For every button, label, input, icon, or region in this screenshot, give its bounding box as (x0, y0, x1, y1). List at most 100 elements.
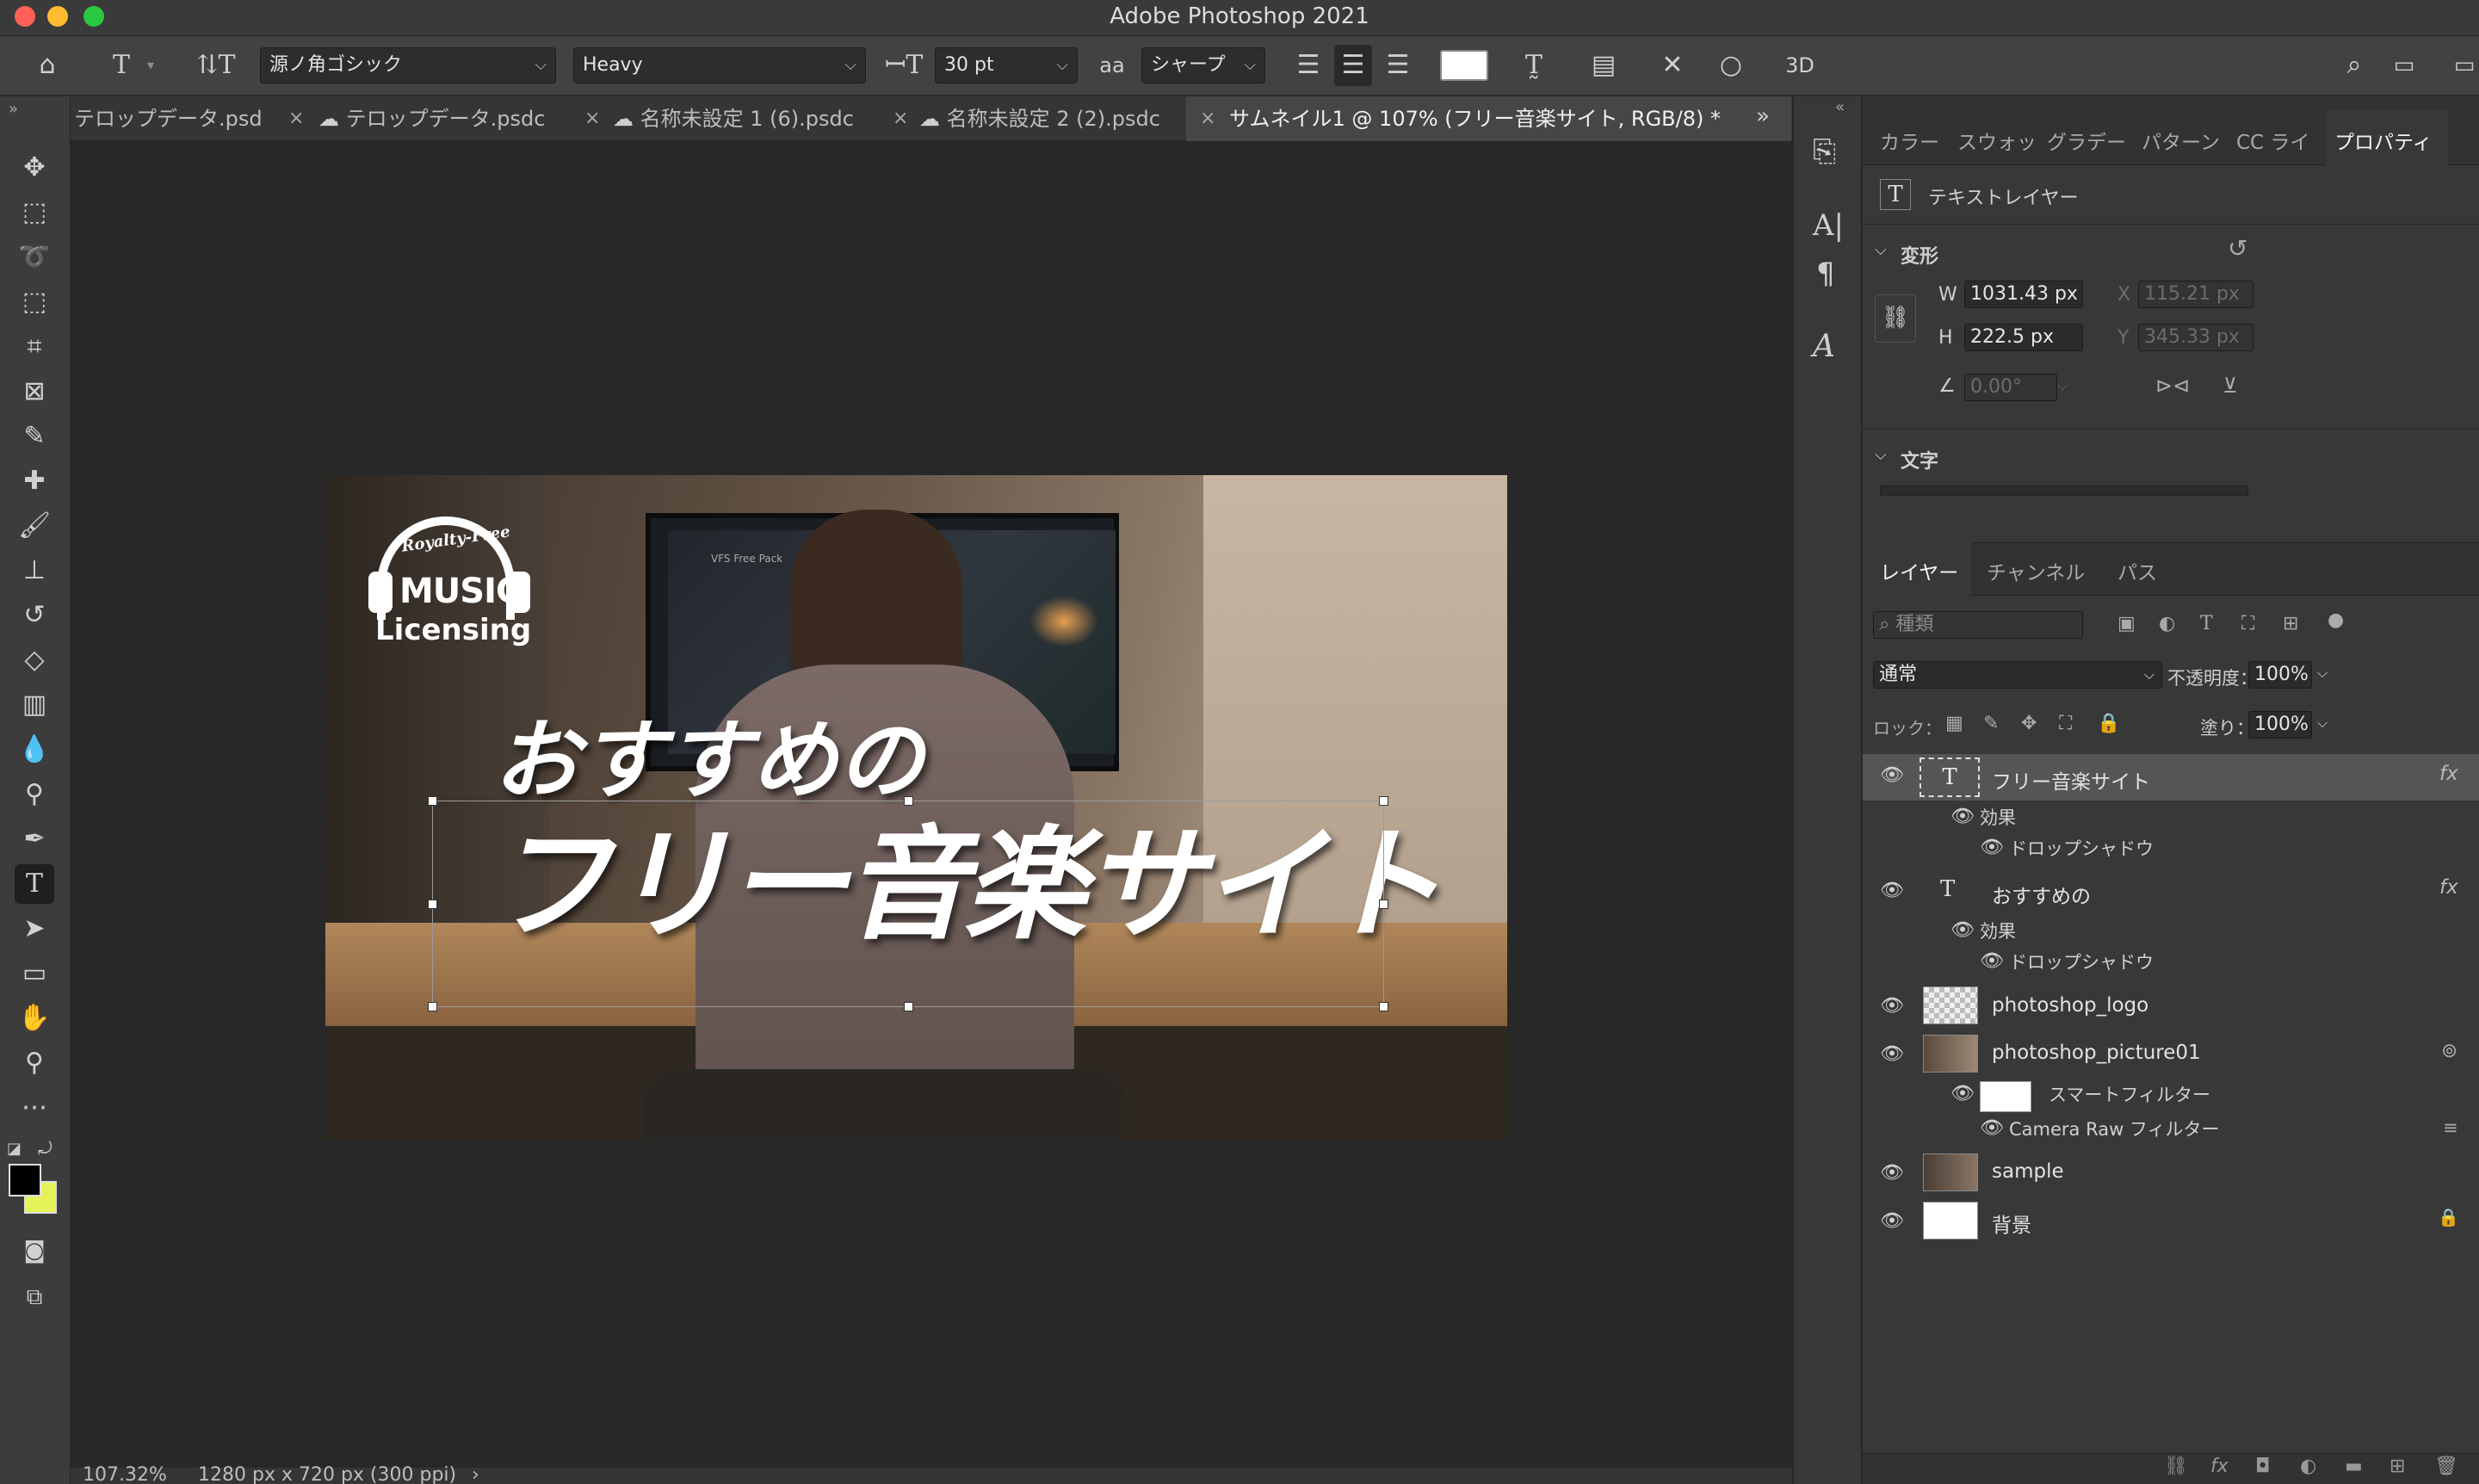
antialias-select[interactable]: シャープ ⌵ (1141, 47, 1265, 83)
search-icon[interactable]: ⌕ (2333, 45, 2376, 86)
move-tool-icon[interactable]: ✥ (15, 148, 54, 188)
visibility-eye-icon[interactable]: 👁 (1950, 1083, 1975, 1104)
workspace-icon[interactable]: ▭ (2383, 45, 2426, 86)
quick-mask-icon[interactable]: ◙ (15, 1231, 54, 1271)
tab-patterns[interactable]: パターン (2142, 126, 2220, 155)
object-selection-tool-icon[interactable]: ⬚ (15, 282, 54, 322)
layer-name[interactable]: photoshop_logo (1992, 994, 2148, 1017)
brush-tool-icon[interactable]: 🖌 (15, 506, 54, 546)
close-icon[interactable]: × (893, 96, 908, 141)
fill-field[interactable]: 100% (2248, 711, 2312, 739)
visibility-eye-icon[interactable]: 👁 (1980, 950, 2004, 972)
rectangle-tool-icon[interactable]: ▭ (15, 954, 54, 993)
transform-bounding-box[interactable] (428, 796, 1388, 1011)
zoom-tool-icon[interactable]: ⚲ (15, 1043, 54, 1083)
y-field[interactable]: 345.33 px (2138, 324, 2253, 351)
width-field[interactable]: 1031.43 px (1964, 281, 2083, 308)
commit-edit-icon[interactable]: ○ (1711, 45, 1751, 86)
blur-tool-icon[interactable]: 💧 (15, 730, 54, 770)
chevron-down-icon[interactable]: ▾ (138, 45, 164, 86)
angle-field[interactable]: 0.00° (1964, 374, 2057, 401)
more-tools-icon[interactable]: ⋯ (15, 1088, 54, 1128)
eraser-tool-icon[interactable]: ◇ (15, 640, 54, 680)
opacity-field[interactable]: 100% (2248, 661, 2312, 689)
more-tabs-icon[interactable]: » (1756, 103, 1770, 129)
link-layers-icon[interactable]: ⛓ (2164, 1456, 2188, 1477)
3d-icon[interactable]: 3D (1778, 45, 1821, 86)
lock-image-icon[interactable]: ✎ (1983, 713, 1999, 734)
text-color-swatch[interactable] (1440, 50, 1488, 81)
visibility-eye-icon[interactable]: 👁 (1880, 1162, 1904, 1184)
path-selection-tool-icon[interactable]: ➤ (15, 909, 54, 949)
tab-document-3[interactable]: ☁ 名称未設定 1 (6).psdc (613, 96, 933, 141)
foreground-color-swatch[interactable] (9, 1164, 41, 1196)
tab-color[interactable]: カラー (1880, 126, 1939, 155)
clone-stamp-tool-icon[interactable]: ⊥ (15, 551, 54, 591)
filter-adjustment-icon[interactable]: ◐ (2159, 613, 2175, 634)
layer-filter-input[interactable]: ⌕ 種類 (1873, 611, 2083, 639)
font-style-select[interactable]: Heavy ⌵ (573, 47, 866, 83)
marquee-tool-icon[interactable]: ⬚ (15, 193, 54, 232)
flip-horizontal-icon[interactable]: ⊳⊲ (2155, 374, 2190, 398)
add-mask-icon[interactable]: ◘ (2255, 1456, 2270, 1477)
layer-name[interactable]: おすすめの (1992, 880, 2091, 909)
tab-document-1[interactable]: テロップデータ.psd (71, 96, 287, 141)
align-center-icon[interactable]: ☰ (1334, 45, 1372, 86)
eyedropper-tool-icon[interactable]: ✎ (15, 417, 54, 456)
swap-colors-icon[interactable]: ⤾ (38, 1138, 53, 1159)
frame-tool-icon[interactable]: ⊠ (15, 372, 54, 411)
fx-icon[interactable]: fx (2439, 763, 2458, 785)
history-panel-icon[interactable]: ⎘ (1813, 134, 1836, 169)
lock-artboard-icon[interactable]: ⛶ (2059, 713, 2072, 734)
link-icon[interactable]: ⛓ (1875, 294, 1916, 343)
visibility-eye-icon[interactable]: 👁 (1880, 764, 1904, 786)
tab-paths[interactable]: パス (2117, 556, 2157, 585)
visibility-eye-icon[interactable]: 👁 (1880, 880, 1904, 901)
filter-pixel-icon[interactable]: ▣ (2117, 613, 2136, 634)
home-icon[interactable]: ⌂ (26, 45, 69, 86)
close-icon[interactable]: × (584, 96, 600, 141)
add-style-icon[interactable]: fx (2210, 1456, 2229, 1477)
visibility-eye-icon[interactable]: 👁 (1980, 837, 2004, 858)
fx-icon[interactable]: fx (2439, 876, 2458, 899)
tab-cc-libraries[interactable]: CC ライ (2236, 126, 2309, 155)
close-icon[interactable]: × (288, 96, 304, 141)
blend-mode-select[interactable]: 通常 ⌵ (1873, 661, 2162, 689)
align-right-icon[interactable]: ☰ (1379, 45, 1417, 86)
pen-tool-icon[interactable]: ✒ (15, 819, 54, 859)
status-arrow[interactable]: › (472, 1464, 479, 1484)
tab-properties[interactable]: プロパティ (2334, 126, 2433, 155)
chevron-down-icon[interactable]: ⌵ (1875, 241, 1887, 259)
visibility-eye-icon[interactable]: 👁 (1880, 995, 1904, 1017)
new-adjustment-icon[interactable]: ◐ (2300, 1456, 2316, 1477)
tab-swatches[interactable]: スウォッ (1957, 126, 2037, 155)
toggle-orientation-icon[interactable]: ⇅T (195, 45, 238, 86)
warp-text-icon[interactable]: T̰ (1515, 45, 1553, 86)
layer-name[interactable]: sample (1992, 1160, 2064, 1183)
history-brush-tool-icon[interactable]: ↺ (15, 596, 54, 635)
collapse-toolbar-icon[interactable]: » (9, 100, 18, 118)
document-canvas[interactable]: VFS Free Pack Royalty-Free MUSIC Licensi… (325, 475, 1507, 1140)
chevron-down-icon[interactable]: ⌵ (2317, 665, 2328, 682)
filter-mask-thumbnail[interactable] (1980, 1081, 2031, 1112)
layer-name[interactable]: フリー音楽サイト (1992, 765, 2150, 795)
screen-mode-icon[interactable]: ⧉ (15, 1277, 54, 1317)
delete-layer-icon[interactable]: 🗑 (2434, 1456, 2458, 1477)
filter-toggle-icon[interactable]: ● (2328, 609, 2344, 631)
chevron-down-icon[interactable]: ⌵ (1875, 446, 1887, 464)
reset-transform-icon[interactable]: ↺ (2228, 234, 2247, 263)
layer-name[interactable]: 背景 (1992, 1209, 2031, 1238)
crop-tool-icon[interactable]: ⌗ (15, 327, 54, 367)
visibility-eye-icon[interactable]: 👁 (1950, 919, 1975, 941)
filter-type-icon[interactable]: T (2200, 613, 2213, 634)
gradient-tool-icon[interactable]: ▥ (15, 685, 54, 725)
font-size-select[interactable]: 30 pt ⌵ (935, 47, 1078, 83)
healing-brush-tool-icon[interactable]: ✚ (15, 461, 54, 501)
filter-shape-icon[interactable]: ⛶ (2241, 613, 2254, 634)
effect-item[interactable]: ドロップシャドウ (2009, 949, 2154, 974)
dodge-tool-icon[interactable]: ⚲ (15, 775, 54, 814)
cancel-edit-icon[interactable]: ✕ (1653, 45, 1692, 86)
type-tool-preset-icon[interactable]: T (100, 45, 143, 86)
visibility-eye-icon[interactable]: 👁 (1880, 1043, 1904, 1065)
effect-item[interactable]: ドロップシャドウ (2009, 835, 2154, 861)
